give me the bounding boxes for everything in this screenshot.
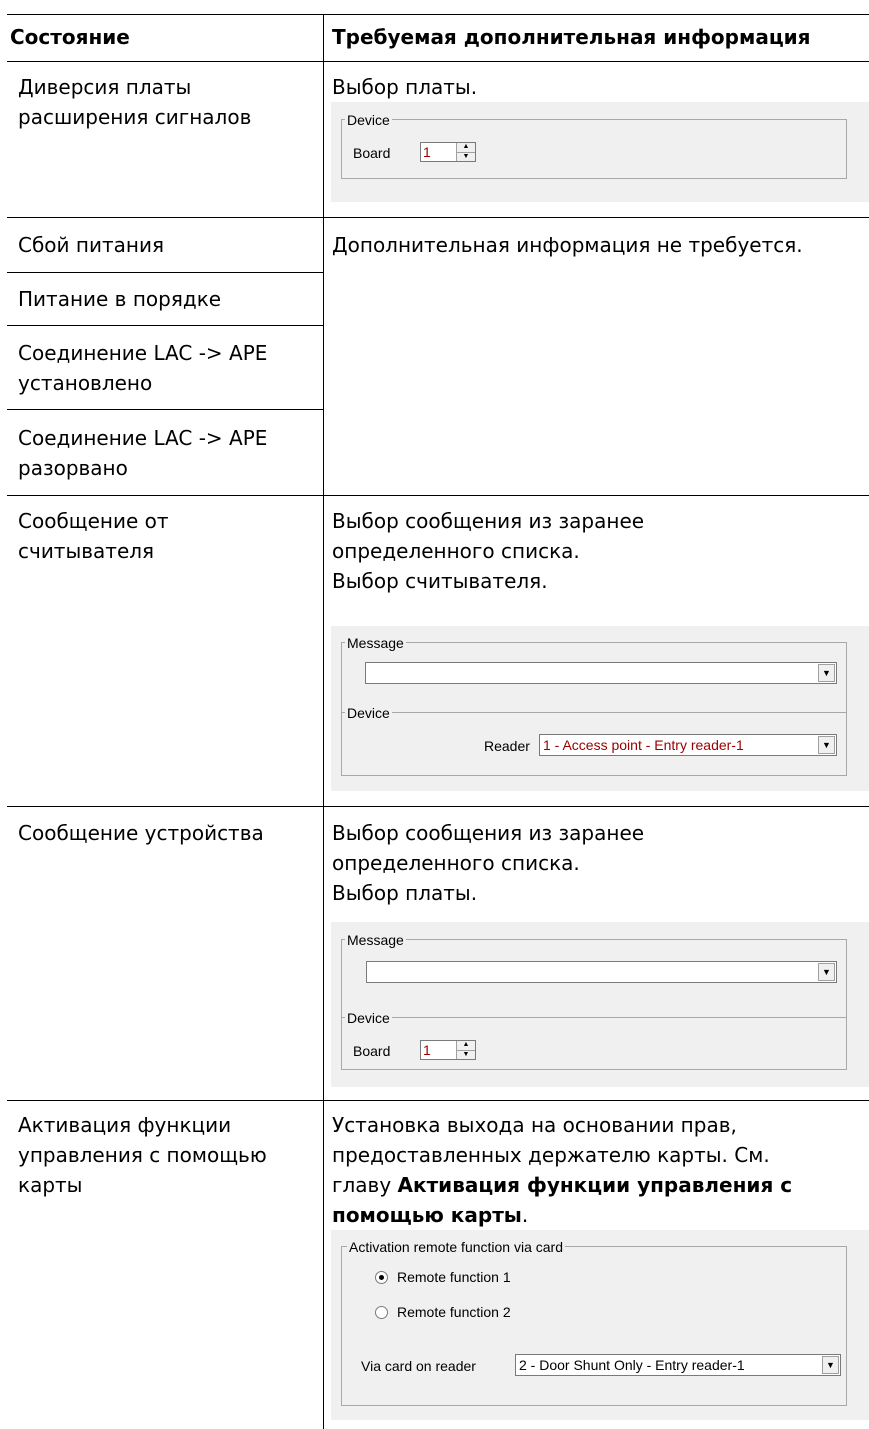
message-group-title: Message	[345, 932, 406, 948]
spin-down-icon[interactable]: ▼	[457, 151, 475, 162]
chevron-down-icon[interactable]: ▼	[822, 1356, 839, 1374]
spin-up-icon[interactable]: ▲	[457, 1041, 475, 1050]
board-select-panel: Device Board 1 ▲ ▼	[331, 102, 869, 202]
table-top-rule	[7, 14, 869, 15]
remote-function-1-radio[interactable]	[375, 1271, 388, 1284]
state-cell: Питание в порядке	[18, 287, 222, 311]
spin-down-icon[interactable]: ▼	[457, 1049, 475, 1060]
message-group-title: Message	[345, 635, 406, 651]
via-card-label: Via card on reader	[361, 1358, 476, 1374]
board-spinner-value[interactable]: 1	[421, 1041, 456, 1059]
info-cell: Дополнительная информация не требуется.	[332, 233, 803, 257]
device-group-title: Device	[345, 705, 392, 721]
reader-message-panel: Message ▼ Device Reader 1 - Access point…	[331, 626, 869, 791]
chevron-down-icon[interactable]: ▼	[818, 963, 835, 981]
board-label: Board	[353, 145, 391, 161]
device-separator	[341, 1017, 847, 1018]
device-group-title: Device	[345, 112, 392, 128]
reader-dropdown[interactable]: 1 - Access point - Entry reader-1 ▼	[539, 734, 837, 756]
row-rule	[7, 325, 323, 326]
row-rule	[7, 217, 869, 218]
state-cell: Сбой питания	[18, 233, 164, 257]
row-rule	[7, 1100, 869, 1101]
reader-dropdown-value: 1 - Access point - Entry reader-1	[543, 737, 744, 753]
row-rule	[7, 806, 869, 807]
message-group	[341, 939, 847, 1070]
via-card-reader-value: 2 - Door Shunt Only - Entry reader-1	[519, 1357, 745, 1373]
chevron-down-icon[interactable]: ▼	[818, 736, 835, 754]
header-bottom-rule	[7, 61, 869, 62]
column-divider	[323, 14, 324, 1429]
board-spinner-value[interactable]: 1	[421, 143, 456, 161]
state-cell: Активация функции управления с помощью к…	[18, 1113, 267, 1197]
state-cell: Соединение LAC -> APE разорвано	[18, 426, 268, 480]
info-cell: Выбор сообщения из заранее определенного…	[332, 509, 645, 593]
info-cell: Выбор сообщения из заранее определенного…	[332, 821, 645, 905]
chapter-link: Активация функции управления с	[397, 1173, 793, 1197]
state-cell: Сообщение устройства	[18, 821, 264, 845]
message-dropdown[interactable]: ▼	[366, 961, 837, 983]
state-cell: Сообщение от считывателя	[18, 509, 169, 563]
via-card-reader-dropdown[interactable]: 2 - Door Shunt Only - Entry reader-1 ▼	[515, 1354, 841, 1376]
chevron-down-icon[interactable]: ▼	[818, 664, 835, 682]
state-cell: Соединение LAC -> APE установлено	[18, 341, 268, 395]
chapter-link: помощью карты	[332, 1203, 522, 1227]
board-spinner[interactable]: 1 ▲ ▼	[420, 1040, 476, 1060]
device-group-title: Device	[345, 1010, 392, 1026]
info-cell: Установка выхода на основании прав, пред…	[332, 1113, 793, 1227]
device-group	[341, 119, 847, 179]
row-rule	[7, 495, 869, 496]
reader-label: Reader	[484, 738, 530, 754]
remote-function-1-label[interactable]: Remote function 1	[397, 1268, 511, 1286]
remote-function-2-radio[interactable]	[375, 1306, 388, 1319]
message-dropdown[interactable]: ▼	[365, 662, 837, 684]
spin-up-icon[interactable]: ▲	[457, 143, 475, 152]
board-spinner[interactable]: 1 ▲ ▼	[420, 142, 476, 162]
card-function-panel: Activation remote function via card Remo…	[331, 1230, 869, 1420]
card-function-group-title: Activation remote function via card	[347, 1239, 565, 1255]
device-message-panel: Message ▼ Device Board 1 ▲ ▼	[331, 922, 869, 1087]
row-rule	[7, 272, 323, 273]
remote-function-2-label[interactable]: Remote function 2	[397, 1303, 511, 1321]
info-cell: Выбор платы.	[332, 75, 478, 99]
row-rule	[7, 409, 323, 410]
state-cell: Диверсия платы расширения сигналов	[18, 75, 252, 129]
board-label: Board	[353, 1043, 391, 1059]
column-header-info: Требуемая дополнительная информация	[332, 25, 811, 49]
device-separator	[341, 712, 847, 713]
column-header-state: Состояние	[10, 25, 130, 49]
